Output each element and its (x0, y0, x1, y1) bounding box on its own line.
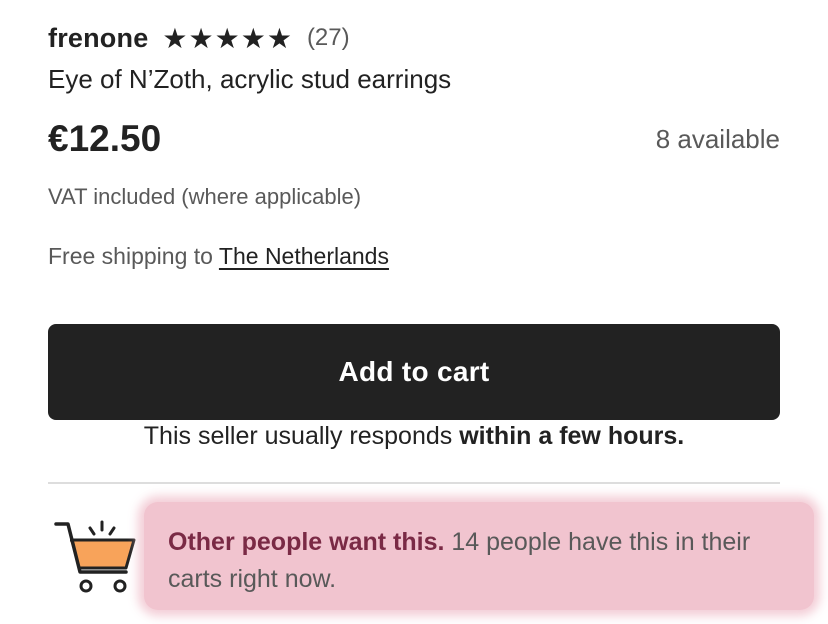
responds-prefix: This seller usually responds (143, 422, 460, 450)
availability-count: 8 available (655, 124, 780, 154)
shipping-prefix: Free shipping to (48, 243, 213, 269)
promo-message: Other people want this. 14 people have t… (168, 524, 798, 598)
add-to-cart-button[interactable]: Add to cart (48, 324, 780, 420)
shop-name-link[interactable]: frenone (48, 23, 148, 54)
seller-response-time: This seller usually responds within a fe… (48, 422, 780, 451)
responds-time: within a few hours. (459, 422, 685, 450)
shipping-country-link[interactable]: The Netherlands (219, 243, 389, 269)
promo-strong: Other people want this. (168, 528, 445, 556)
listing-title: Eye of N’Zoth, acrylic stud earrings (48, 64, 452, 94)
shop-rating-row: frenone ★★★★★ (27) (48, 20, 350, 56)
listing-price: €12.50 (48, 118, 162, 159)
vat-note: VAT included (where applicable) (48, 184, 362, 209)
divider (48, 482, 780, 484)
review-count[interactable]: (27) (307, 24, 350, 52)
shipping-info: Free shipping to The Netherlands (48, 243, 389, 270)
rating-stars-icon[interactable]: ★★★★★ (162, 22, 293, 55)
shopping-cart-icon (54, 520, 136, 593)
